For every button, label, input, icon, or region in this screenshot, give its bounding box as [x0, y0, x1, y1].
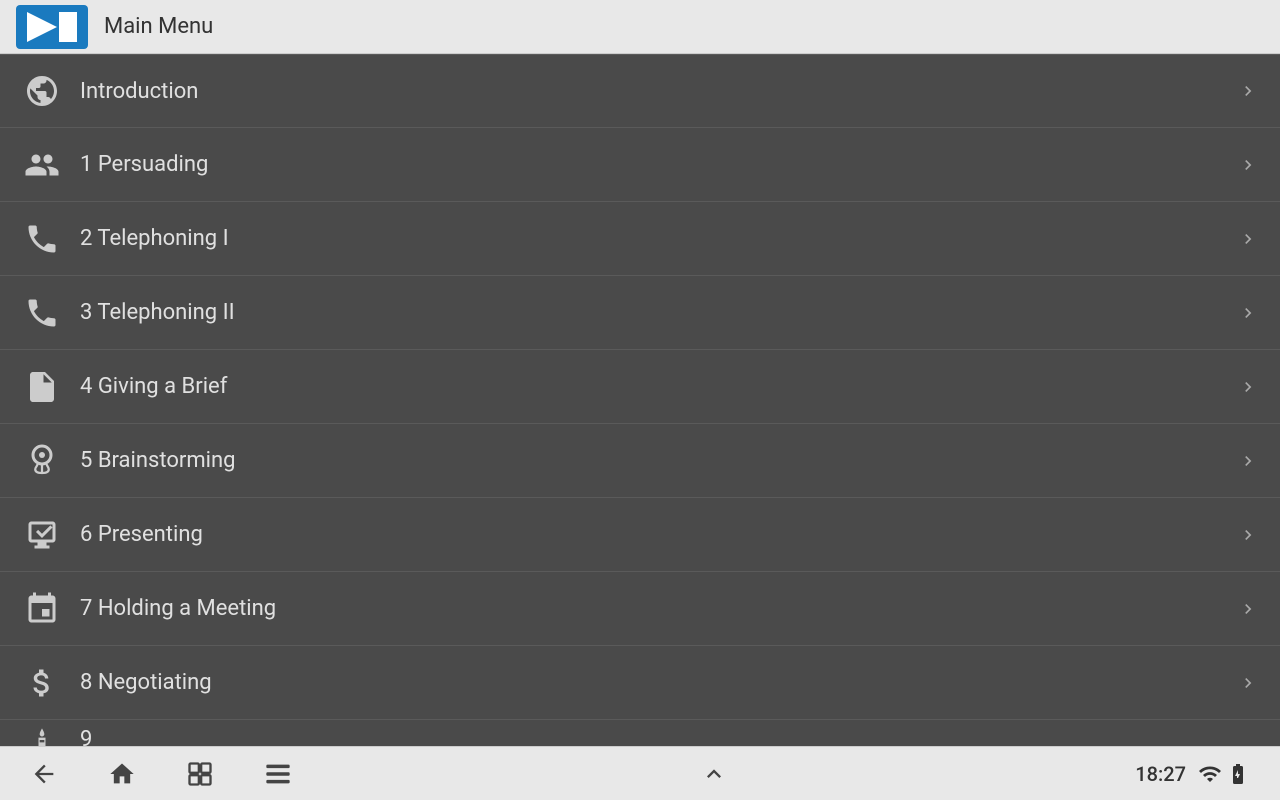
menu-item-giving-brief-label: 4 Giving a Brief — [80, 374, 1236, 399]
menu-item-giving-brief[interactable]: 4 Giving a Brief — [0, 350, 1280, 424]
menu-item-brainstorming-label: 5 Brainstorming — [80, 448, 1236, 473]
menu-item-persuading[interactable]: 1 Persuading — [0, 128, 1280, 202]
header: Main Menu — [0, 0, 1280, 54]
battery-icon — [1226, 762, 1250, 786]
document-icon — [20, 365, 64, 409]
menu-item-telephoning1[interactable]: 2 Telephoning I — [0, 202, 1280, 276]
chevron-right-icon — [1236, 671, 1260, 695]
menu-item-more[interactable]: 9 — [0, 720, 1280, 746]
menu-item-persuading-label: 1 Persuading — [80, 152, 1236, 177]
menu-item-meeting-label: 7 Holding a Meeting — [80, 596, 1236, 621]
chart-icon — [20, 513, 64, 557]
back-button[interactable] — [30, 760, 58, 788]
app-logo — [16, 5, 88, 49]
phone-icon — [20, 217, 64, 261]
status-icons — [1198, 762, 1250, 786]
menu-item-negotiating-label: 8 Negotiating — [80, 670, 1236, 695]
menu-button[interactable] — [264, 760, 292, 788]
chevron-right-icon — [1236, 227, 1260, 251]
menu-item-more-label: 9 — [80, 727, 1260, 746]
chevron-right-icon — [1236, 79, 1260, 103]
brain-icon — [20, 439, 64, 483]
chevron-right-icon — [1236, 449, 1260, 473]
phone2-icon — [20, 291, 64, 335]
chevron-right-icon — [1236, 375, 1260, 399]
clock: 18:27 — [1135, 762, 1186, 786]
menu-item-telephoning1-label: 2 Telephoning I — [80, 226, 1236, 251]
status-bar-right: 18:27 — [1135, 762, 1250, 786]
menu-item-brainstorming[interactable]: 5 Brainstorming — [0, 424, 1280, 498]
home-button[interactable] — [108, 760, 136, 788]
menu-item-introduction-label: Introduction — [80, 79, 1236, 104]
candle-icon — [20, 720, 64, 746]
chevron-right-icon — [1236, 153, 1260, 177]
menu-item-telephoning2-label: 3 Telephoning II — [80, 300, 1236, 325]
menu-item-presenting[interactable]: 6 Presenting — [0, 498, 1280, 572]
menu-item-negotiating[interactable]: 8 Negotiating — [0, 646, 1280, 720]
people-icon — [20, 143, 64, 187]
menu-list: Introduction 1 Persuading 2 Telephoning … — [0, 54, 1280, 746]
chevron-right-icon — [1236, 301, 1260, 325]
menu-item-telephoning2[interactable]: 3 Telephoning II — [0, 276, 1280, 350]
chevron-right-icon — [1236, 523, 1260, 547]
money-icon — [20, 661, 64, 705]
menu-item-introduction[interactable]: Introduction — [0, 54, 1280, 128]
meeting-icon — [20, 587, 64, 631]
bottom-bar: 18:27 — [0, 746, 1280, 800]
wifi-icon — [1198, 762, 1222, 786]
menu-item-presenting-label: 6 Presenting — [80, 522, 1236, 547]
recent-apps-button[interactable] — [186, 760, 214, 788]
chevron-right-icon — [1236, 597, 1260, 621]
globe-icon — [20, 69, 64, 113]
page-title: Main Menu — [104, 14, 213, 39]
center-chevron-button[interactable] — [700, 760, 728, 788]
menu-item-meeting[interactable]: 7 Holding a Meeting — [0, 572, 1280, 646]
bottom-nav-left — [30, 760, 292, 788]
